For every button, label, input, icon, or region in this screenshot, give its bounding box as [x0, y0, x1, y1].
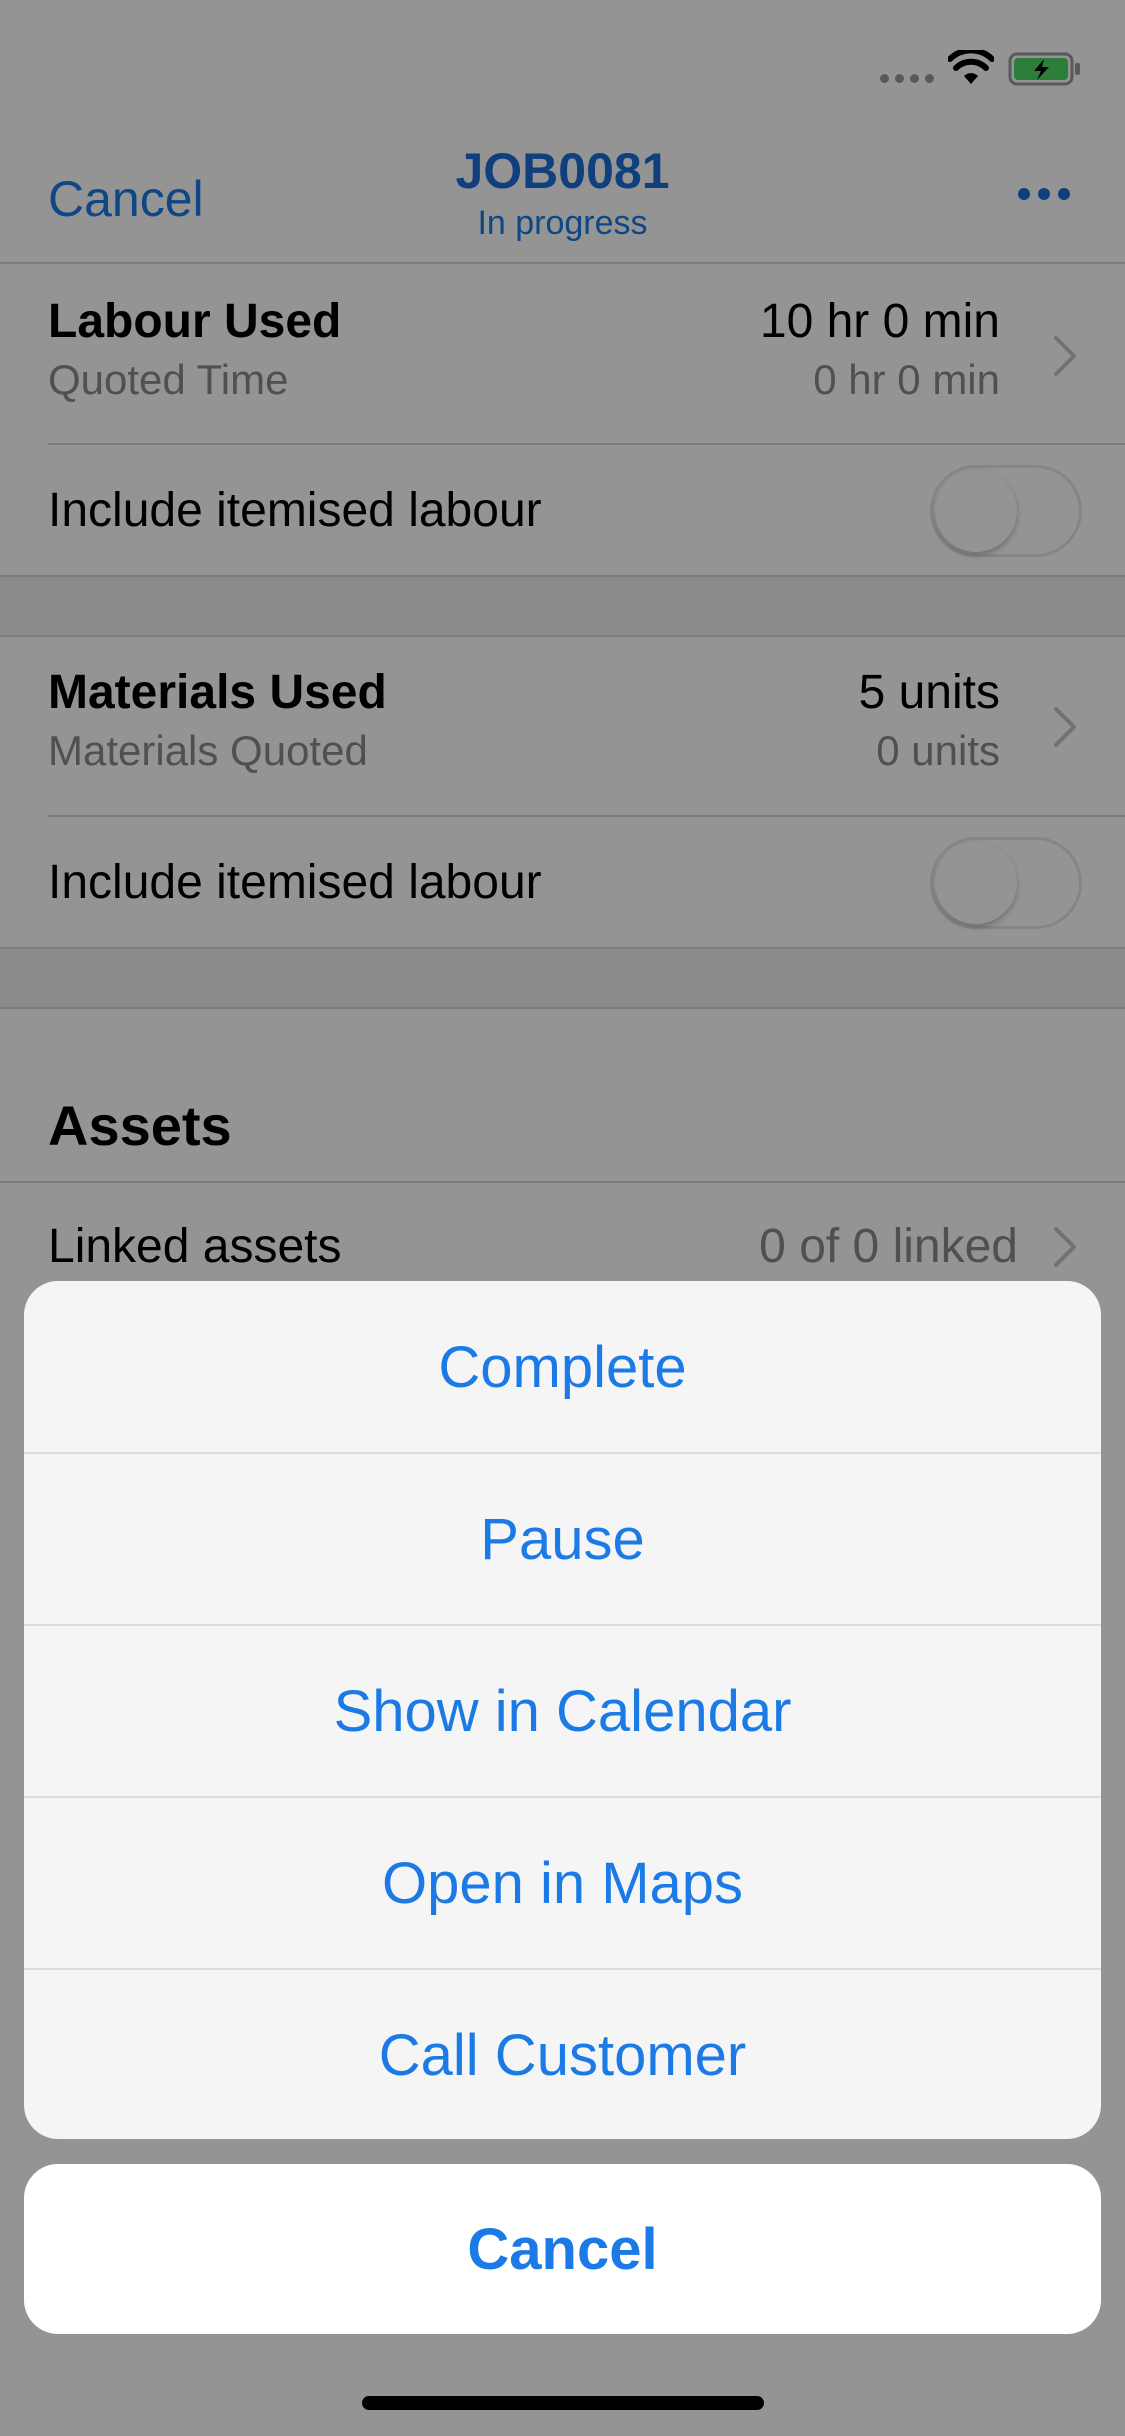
action-sheet-cancel-button[interactable]: Cancel: [24, 2164, 1101, 2334]
call-customer-action-button[interactable]: Call Customer: [24, 1969, 1101, 2139]
home-indicator[interactable]: [362, 2396, 764, 2410]
open-in-maps-action-button[interactable]: Open in Maps: [24, 1797, 1101, 1969]
show-in-calendar-action-button[interactable]: Show in Calendar: [24, 1625, 1101, 1797]
complete-action-button[interactable]: Complete: [24, 1281, 1101, 1453]
job-detail-screen: Cancel JOB0081 In progress Labour Used Q…: [0, 0, 1125, 2436]
action-sheet: Complete Pause Show in Calendar Open in …: [24, 1281, 1101, 2139]
pause-action-button[interactable]: Pause: [24, 1453, 1101, 1625]
